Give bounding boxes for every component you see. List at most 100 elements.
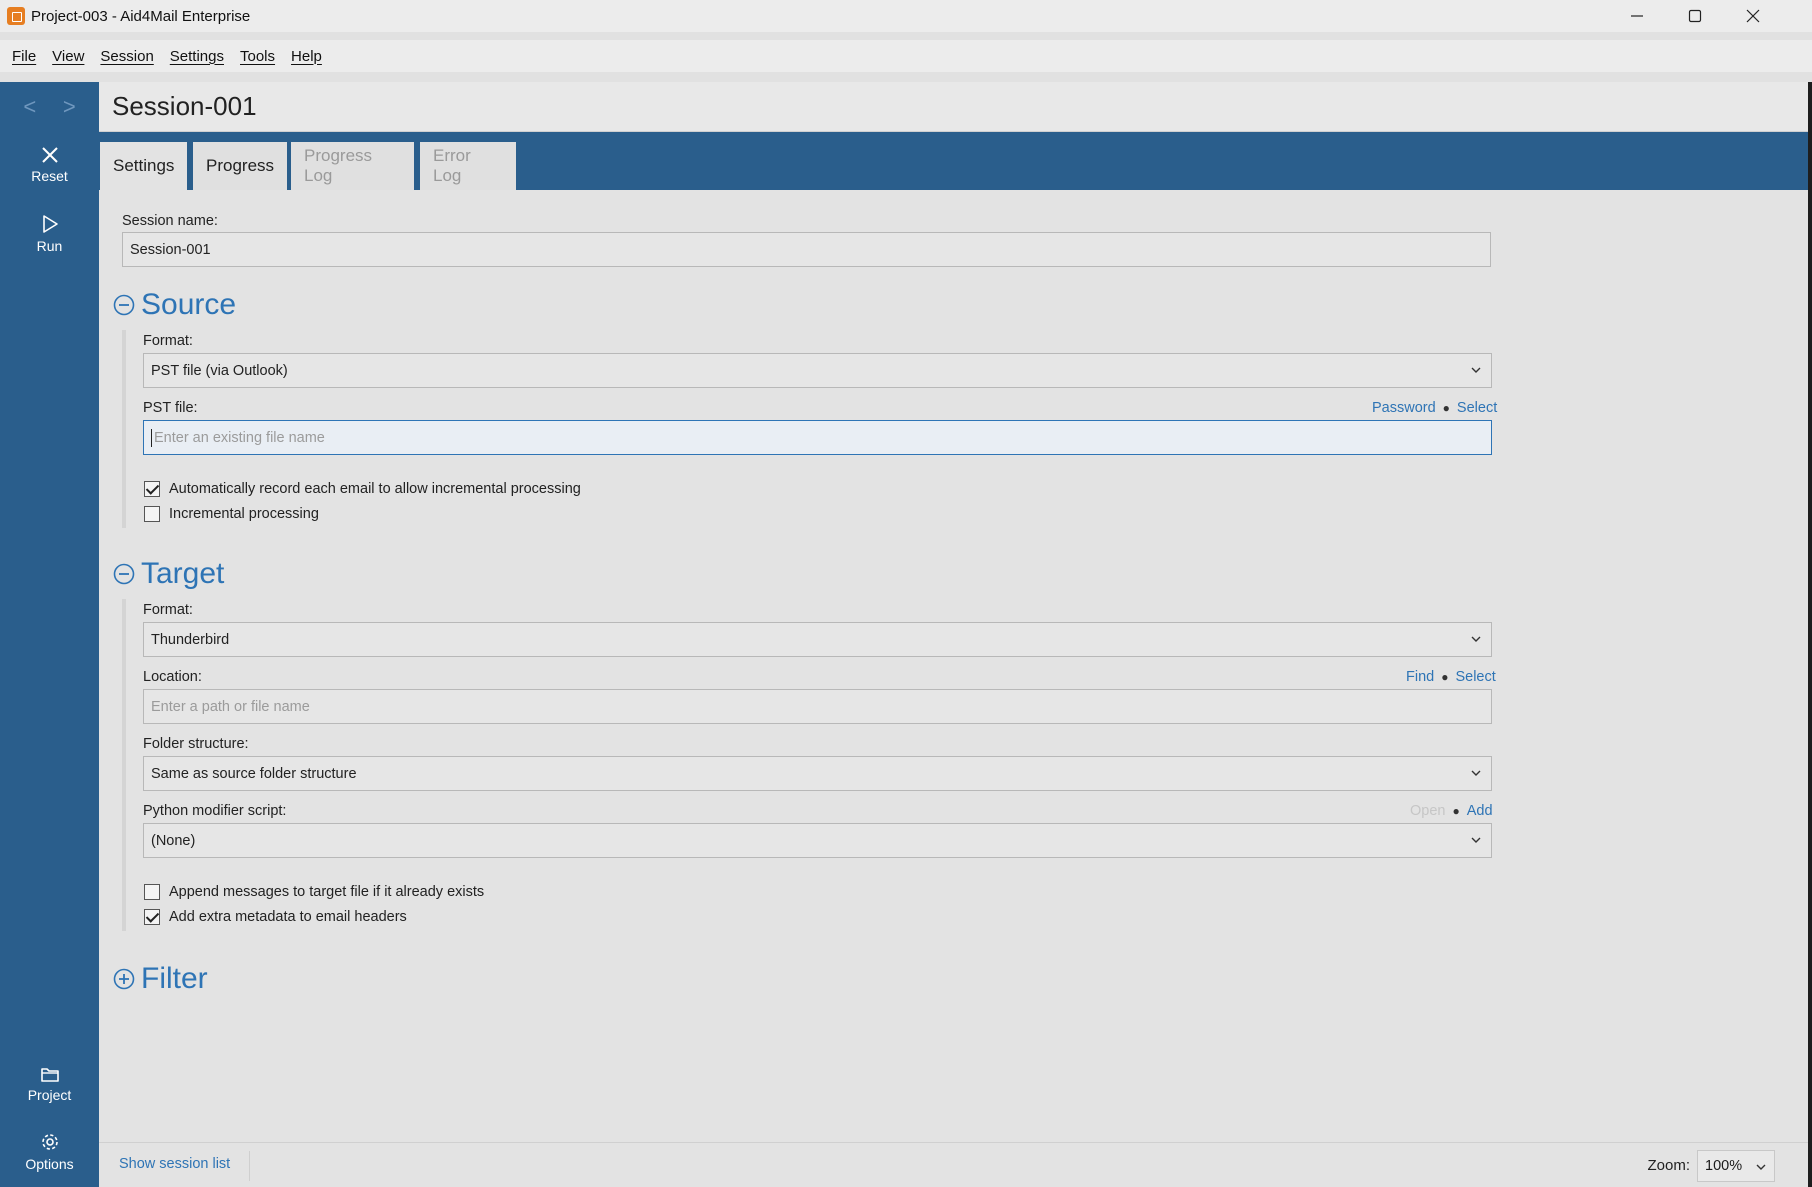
menu-help[interactable]: Help	[283, 44, 330, 69]
zoom-select[interactable]: 100%	[1697, 1150, 1775, 1182]
filter-title: Filter	[141, 962, 208, 995]
gear-icon	[41, 1134, 58, 1150]
folder-structure-select[interactable]: Same as source folder structure	[143, 756, 1492, 791]
incremental-checkbox-row[interactable]: Incremental processing	[144, 506, 319, 522]
source-title: Source	[141, 288, 237, 321]
find-link[interactable]: Find	[1406, 669, 1434, 685]
open-link[interactable]: Open	[1410, 803, 1445, 819]
tab-progress-log[interactable]: Progress Log	[291, 142, 414, 190]
location-select-link[interactable]: Select	[1455, 669, 1495, 685]
source-format-select[interactable]: PST file (via Outlook)	[143, 353, 1492, 388]
incremental-label: Incremental processing	[169, 506, 319, 522]
app-icon	[7, 7, 25, 25]
metadata-checkbox-row[interactable]: Add extra metadata to email headers	[144, 909, 407, 925]
location-input[interactable]: Enter a path or file name	[143, 689, 1492, 724]
chevron-down-icon	[1471, 837, 1481, 843]
source-section-toggle[interactable]: Source	[113, 288, 236, 322]
settings-content: Session name: Session-001 Source Format:…	[99, 190, 1809, 1142]
append-label: Append messages to target file if it alr…	[169, 884, 485, 900]
location-placeholder: Enter a path or file name	[151, 698, 310, 715]
add-link[interactable]: Add	[1467, 803, 1493, 819]
collapse-icon	[113, 563, 135, 585]
folder-structure-value: Same as source folder structure	[151, 765, 357, 782]
title-bar: Project-003 - Aid4Mail Enterprise	[0, 0, 1812, 32]
minimize-icon[interactable]	[1608, 0, 1666, 32]
pst-file-placeholder: Enter an existing file name	[154, 429, 325, 446]
reset-button[interactable]: Reset	[0, 146, 99, 184]
window-title: Project-003 - Aid4Mail Enterprise	[31, 7, 251, 25]
location-label: Location:	[143, 669, 202, 685]
separator-dot: ●	[1442, 401, 1450, 415]
forward-arrow-icon[interactable]: >	[63, 94, 76, 120]
tab-error-log[interactable]: Error Log	[420, 142, 516, 190]
zoom-value: 100%	[1705, 1158, 1743, 1174]
chevron-down-icon	[1471, 770, 1481, 776]
nav-arrows: < >	[0, 82, 99, 132]
auto-record-label: Automatically record each email to allow…	[169, 481, 581, 497]
source-format-label: Format:	[143, 333, 193, 349]
pst-file-label: PST file:	[143, 400, 198, 416]
text-caret	[151, 428, 152, 447]
menu-bar: File View Session Settings Tools Help	[0, 40, 1812, 72]
location-links: Find ● Select	[1406, 669, 1496, 685]
options-button[interactable]: Options	[0, 1132, 99, 1172]
page-title: Session-001	[99, 82, 1812, 132]
target-section-toggle[interactable]: Target	[113, 557, 224, 591]
window-controls	[1608, 0, 1782, 32]
session-name-label: Session name:	[122, 213, 218, 229]
show-session-list-link[interactable]: Show session list	[119, 1156, 230, 1172]
python-script-select[interactable]: (None)	[143, 823, 1492, 858]
maximize-icon[interactable]	[1666, 0, 1724, 32]
run-button[interactable]: Run	[0, 214, 99, 254]
close-icon[interactable]	[1724, 0, 1782, 32]
auto-record-checkbox-row[interactable]: Automatically record each email to allow…	[144, 481, 581, 497]
append-checkbox-row[interactable]: Append messages to target file if it alr…	[144, 884, 484, 900]
reset-label: Reset	[31, 168, 68, 184]
menu-settings[interactable]: Settings	[162, 44, 232, 69]
menu-view[interactable]: View	[44, 44, 92, 69]
expand-icon	[113, 968, 135, 990]
target-format-label: Format:	[143, 602, 193, 618]
pst-file-input[interactable]: Enter an existing file name	[143, 420, 1492, 455]
password-link[interactable]: Password	[1372, 400, 1436, 416]
status-bar: Show session list Zoom: 100%	[99, 1142, 1809, 1187]
menu-file[interactable]: File	[4, 44, 44, 69]
incremental-checkbox[interactable]	[144, 506, 160, 522]
target-title: Target	[141, 557, 225, 590]
metadata-label: Add extra metadata to email headers	[169, 909, 407, 925]
project-button[interactable]: Project	[0, 1065, 99, 1103]
main-panel: Session-001 Settings Progress Progress L…	[99, 82, 1812, 1187]
run-label: Run	[36, 238, 63, 254]
python-script-value: (None)	[151, 832, 196, 849]
python-script-links: Open ● Add	[1410, 803, 1493, 819]
filter-section-toggle[interactable]: Filter	[113, 962, 208, 996]
chevron-down-icon	[1471, 636, 1481, 642]
menu-tools[interactable]: Tools	[232, 44, 283, 69]
source-format-value: PST file (via Outlook)	[151, 362, 288, 379]
back-arrow-icon[interactable]: <	[23, 94, 36, 120]
window-edge	[1808, 82, 1812, 1187]
session-name-field[interactable]: Session-001	[122, 232, 1491, 267]
folder-structure-label: Folder structure:	[143, 736, 249, 752]
append-checkbox[interactable]	[144, 884, 160, 900]
tab-settings[interactable]: Settings	[100, 142, 187, 190]
pst-select-link[interactable]: Select	[1457, 400, 1497, 416]
target-section-rule	[122, 599, 126, 931]
pst-file-links: Password ● Select	[1372, 400, 1497, 416]
status-divider	[249, 1151, 250, 1181]
source-section-rule	[122, 330, 126, 528]
close-x-icon	[41, 147, 58, 163]
play-icon	[42, 215, 58, 233]
target-format-select[interactable]: Thunderbird	[143, 622, 1492, 657]
session-name-value: Session-001	[130, 241, 211, 258]
folder-icon	[40, 1068, 59, 1082]
zoom-label: Zoom:	[1647, 1157, 1690, 1174]
metadata-checkbox[interactable]	[144, 909, 160, 925]
project-label: Project	[27, 1087, 72, 1103]
menu-session[interactable]: Session	[92, 44, 161, 69]
tab-progress[interactable]: Progress	[193, 142, 287, 190]
chevron-down-icon	[1471, 367, 1481, 373]
auto-record-checkbox[interactable]	[144, 481, 160, 497]
chevron-down-icon	[1756, 1164, 1766, 1170]
python-script-label: Python modifier script:	[143, 803, 287, 819]
